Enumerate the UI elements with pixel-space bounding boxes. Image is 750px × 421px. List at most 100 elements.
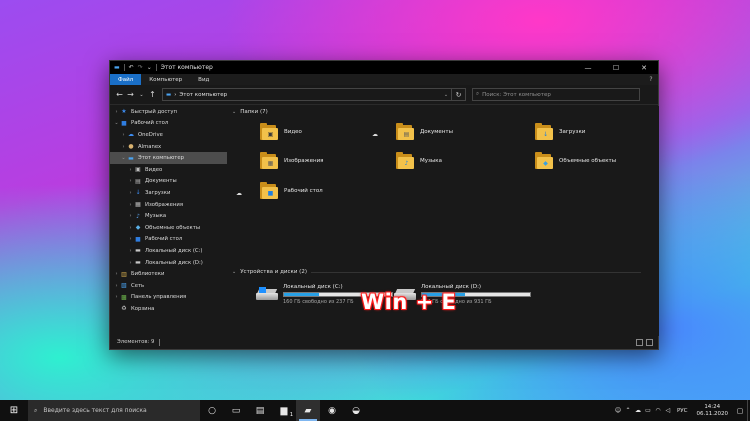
expand-chevron-icon[interactable]: ⌄ <box>113 120 120 126</box>
redo-icon[interactable]: ↷ <box>138 64 143 71</box>
address-bar[interactable]: ▬ › Этот компьютер ⌄ <box>162 88 452 101</box>
expand-chevron-icon[interactable]: › <box>127 260 134 266</box>
expand-chevron-icon[interactable]: › <box>120 132 127 138</box>
title-bar[interactable]: ▬ ↶ ↷ ⌄ Этот компьютер — ☐ ✕ <box>110 61 658 74</box>
sidebar-item-2[interactable]: › ☁ OneDrive <box>110 129 227 141</box>
customize-toolbar-icon[interactable]: ⌄ <box>147 64 152 71</box>
onedrive-icon[interactable]: ☁ <box>633 407 643 414</box>
folder-documents[interactable]: ▤ Документы <box>396 122 453 141</box>
up-button[interactable]: ↑ <box>147 88 158 102</box>
edge-taskbar-button[interactable]: ◒ <box>344 400 368 421</box>
maximize-button[interactable]: ☐ <box>602 61 630 74</box>
devices-group-header[interactable]: ⌄ Устройства и диски (2) <box>232 269 641 275</box>
sidebar-item-5[interactable]: › ▣ Видео <box>110 164 227 176</box>
notifications-icon[interactable]: ▢ <box>733 407 747 415</box>
sidebar-item-12[interactable]: › ▬ Локальный диск (C:) <box>110 245 227 257</box>
sidebar-item-9[interactable]: › ♪ Музыка <box>110 210 227 222</box>
sidebar-item-label: Локальный диск (C:) <box>145 247 203 254</box>
expand-chevron-icon[interactable]: › <box>127 236 134 242</box>
collapse-chevron-icon[interactable]: ⌄ <box>232 269 236 275</box>
folder-icon: ▣ <box>260 122 278 141</box>
sidebar-item-13[interactable]: › ▬ Локальный диск (D:) <box>110 257 227 269</box>
address-dropdown-icon[interactable]: ⌄ <box>441 92 451 98</box>
sidebar-item-1[interactable]: ⌄ ■ Рабочий стол <box>110 118 227 130</box>
sidebar-item-0[interactable]: › ★ Быстрый доступ <box>110 106 227 118</box>
downloads-folder-icon: ↓ <box>135 189 141 197</box>
taskbar-search-box[interactable]: ⌕ Введите здесь текст для поиска <box>28 400 200 421</box>
clock[interactable]: 14:24 06.11.2020 <box>697 404 729 418</box>
expand-chevron-icon[interactable]: › <box>127 213 134 219</box>
tab-computer[interactable]: Компьютер <box>141 74 190 85</box>
start-button[interactable]: ⊞ <box>0 400 28 421</box>
expand-chevron-icon[interactable]: ⌄ <box>120 155 127 161</box>
help-icon[interactable]: ? <box>644 74 658 85</box>
separator <box>123 64 125 71</box>
forward-button[interactable]: → <box>125 88 136 102</box>
input-language[interactable]: РУС <box>677 408 688 414</box>
sidebar-item-label: Документы <box>145 178 177 185</box>
volume-icon[interactable]: ◁ <box>663 407 673 414</box>
cortana-taskbar-button[interactable]: ○ <box>200 400 224 421</box>
folder-pictures[interactable]: ▦ Изображения <box>260 151 323 170</box>
sidebar-item-15[interactable]: › ▧ Сеть <box>110 280 227 292</box>
sidebar-item-7[interactable]: › ↓ Загрузки <box>110 187 227 199</box>
expand-chevron-icon[interactable]: › <box>113 283 120 289</box>
sidebar-item-label: Музыка <box>145 213 167 220</box>
expand-chevron-icon[interactable]: › <box>113 271 120 277</box>
file-explorer-taskbar-button[interactable]: ▰ <box>296 400 320 421</box>
people-icon[interactable]: ☺ <box>613 407 623 414</box>
breadcrumb-separator[interactable]: › <box>174 92 176 98</box>
taskbar-search-placeholder: Введите здесь текст для поиска <box>43 407 147 414</box>
folder-desktop[interactable]: ■ Рабочий стол <box>260 181 323 200</box>
expand-chevron-icon[interactable]: › <box>127 225 134 231</box>
sidebar-item-14[interactable]: › ▥ Библиотеки <box>110 268 227 280</box>
sidebar-item-3[interactable]: › ● Almanex <box>110 141 227 153</box>
back-button[interactable]: ← <box>114 88 125 102</box>
expand-chevron-icon[interactable]: › <box>120 144 127 150</box>
tab-file[interactable]: Файл <box>110 74 142 85</box>
expand-chevron-icon[interactable]: › <box>127 248 134 254</box>
large-icons-view-icon[interactable] <box>646 338 653 346</box>
sidebar-item-11[interactable]: › ■ Рабочий стол <box>110 234 227 246</box>
local-disk-d-icon: ▬ <box>135 259 141 267</box>
sidebar-item-4[interactable]: ⌄ ▬ Этот компьютер <box>110 152 227 164</box>
folder-downloads[interactable]: ↓ Загрузки <box>535 122 585 141</box>
minimize-button[interactable]: — <box>574 61 602 74</box>
navigation-bar: ← → ⌄ ↑ ▬ › Этот компьютер ⌄ ↻ ⌕ Поиск: … <box>110 85 658 105</box>
details-view-icon[interactable] <box>636 338 643 346</box>
folders-group-header[interactable]: ⌄ Папки (7) <box>232 109 268 115</box>
folder-music[interactable]: ♪ Музыка <box>396 151 442 170</box>
folder-3d-objects[interactable]: ◆ Объемные объекты <box>535 151 616 170</box>
battery-icon[interactable]: ▭ <box>643 407 653 414</box>
breadcrumb-this-pc[interactable]: Этот компьютер <box>179 92 227 98</box>
chevron-up-icon[interactable]: ⌃ <box>623 407 633 414</box>
video-icon: ▣ <box>267 130 274 138</box>
search-input[interactable]: ⌕ Поиск: Этот компьютер <box>472 88 640 101</box>
star-icon: ★ <box>121 108 127 116</box>
file-explorer-icon: ▰ <box>304 405 312 416</box>
collapse-chevron-icon[interactable]: ⌄ <box>232 109 236 115</box>
close-button[interactable]: ✕ <box>630 61 658 74</box>
expand-chevron-icon[interactable]: › <box>113 109 120 115</box>
refresh-button[interactable]: ↻ <box>452 88 466 101</box>
network-icon[interactable]: ◠ <box>653 407 663 414</box>
folder-video[interactable]: ▣ Видео <box>260 122 302 141</box>
expand-chevron-icon[interactable]: › <box>127 178 134 184</box>
undo-icon[interactable]: ↶ <box>129 64 134 71</box>
sidebar-item-16[interactable]: › ▩ Панель управления <box>110 292 227 304</box>
task-view-taskbar-button[interactable]: ▭ <box>224 400 248 421</box>
sidebar-item-17[interactable]: ♻ Корзина <box>110 303 227 315</box>
recent-locations-button[interactable]: ⌄ <box>136 88 147 102</box>
chrome-taskbar-button[interactable]: ◉ <box>320 400 344 421</box>
expand-chevron-icon[interactable]: › <box>127 202 134 208</box>
store-taskbar-button[interactable]: ▤ <box>248 400 272 421</box>
expand-chevron-icon[interactable]: › <box>127 190 134 196</box>
sidebar-item-6[interactable]: › ▤ Документы <box>110 176 227 188</box>
sidebar-item-8[interactable]: › ▦ Изображения <box>110 199 227 211</box>
sidebar-item-10[interactable]: › ◆ Объемные объекты <box>110 222 227 234</box>
app-taskbar-button[interactable]: ▆ 1 <box>272 400 296 421</box>
expand-chevron-icon[interactable]: › <box>127 167 134 173</box>
tab-view[interactable]: Вид <box>190 74 217 85</box>
music-folder-icon: ♪ <box>136 212 140 220</box>
expand-chevron-icon[interactable]: › <box>113 294 120 300</box>
